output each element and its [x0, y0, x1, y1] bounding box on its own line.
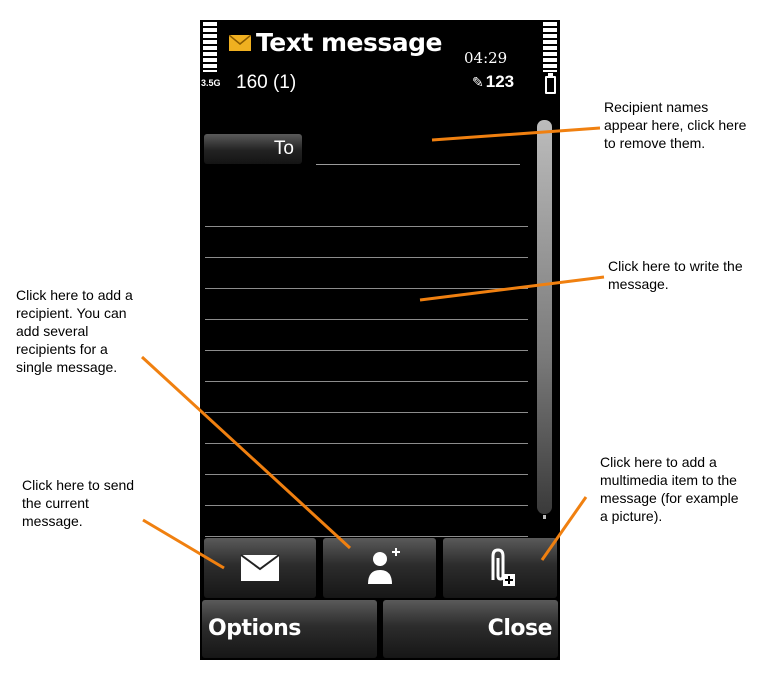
annotation-leader-lines [140, 126, 605, 570]
leader-line [140, 355, 352, 550]
leader-line [419, 275, 605, 302]
leader-line [540, 496, 588, 561]
leader-line [431, 126, 601, 142]
leader-line [142, 518, 225, 570]
